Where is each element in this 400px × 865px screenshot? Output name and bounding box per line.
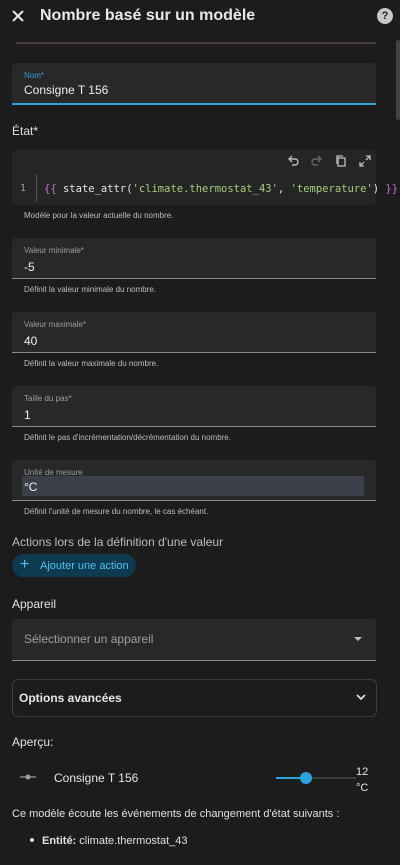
state-section-label: État*: [12, 124, 39, 138]
advanced-options-label: Options avancées: [19, 691, 122, 705]
name-field-label: Nom*: [24, 71, 45, 80]
code-close-paren: ): [372, 183, 386, 195]
list-bullet: [30, 838, 34, 842]
code-open-brace: {{: [44, 183, 57, 195]
add-action-button[interactable]: + Ajouter une action: [12, 554, 136, 577]
unit-selection-highlight: [22, 476, 364, 496]
state-helper: Modèle pour la valeur actuelle du nombre…: [24, 211, 174, 220]
preview-section-label: Aperçu:: [12, 735, 54, 749]
slider-handle[interactable]: [300, 772, 313, 784]
min-value-field[interactable]: Valeur minimale* -5: [12, 238, 376, 279]
preview-slider[interactable]: [276, 772, 356, 784]
entity-prefix: Entité:: [42, 835, 77, 847]
gutter-divider: [36, 174, 37, 202]
number-entity-icon: [20, 774, 36, 780]
template-editor[interactable]: 1 {{ state_attr('climate.thermostat_43',…: [12, 150, 398, 205]
min-value-label: Valeur minimale*: [24, 246, 84, 255]
copy-icon[interactable]: [334, 154, 348, 168]
chevron-down-icon: [356, 694, 366, 701]
device-section-label: Appareil: [12, 597, 57, 611]
template-code[interactable]: {{ state_attr('climate.thermostat_43', '…: [44, 183, 398, 195]
min-value-input[interactable]: -5: [24, 260, 35, 274]
max-value-input[interactable]: 40: [24, 334, 37, 348]
plus-icon: +: [20, 556, 30, 573]
step-size-input[interactable]: 1: [24, 408, 31, 422]
undo-icon[interactable]: [286, 154, 300, 168]
min-value-helper: Définit la valeur minimale du nombre.: [24, 285, 157, 294]
close-icon[interactable]: [10, 8, 26, 24]
redo-icon[interactable]: [310, 154, 324, 168]
dropdown-arrow-icon: [354, 637, 362, 641]
add-action-label: Ajouter une action: [40, 560, 129, 572]
line-number: 1: [20, 183, 27, 194]
unit-field[interactable]: Unité de mesure °C: [12, 460, 376, 501]
fullscreen-icon[interactable]: [358, 154, 372, 168]
device-placeholder: Sélectionner un appareil: [24, 632, 154, 646]
divider: [16, 42, 376, 44]
preview-entity-name[interactable]: Consigne T 156: [54, 771, 138, 785]
code-arg-attribute: 'temperature': [290, 183, 373, 195]
code-close-brace: }}: [385, 183, 399, 195]
device-select[interactable]: Sélectionner un appareil: [12, 619, 376, 661]
scrollbar[interactable]: [396, 40, 400, 120]
unit-helper: Définit l'unité de mesure du nombre, le …: [24, 507, 209, 516]
step-size-helper: Définit le pas d'incrémentation/décrémen…: [24, 433, 231, 442]
step-size-field[interactable]: Taille du pas* 1: [12, 386, 376, 427]
step-size-label: Taille du pas*: [24, 394, 72, 403]
listened-events-text: Ce modèle écoute les événements de chang…: [12, 808, 340, 820]
entity-id: climate.thermostat_43: [79, 835, 188, 847]
preview-value-number: 12: [356, 766, 369, 778]
preview-value-unit: °C: [356, 782, 369, 794]
listened-entity-item: Entité: climate.thermostat_43: [42, 835, 188, 847]
name-field[interactable]: Nom* Consigne T 156: [12, 63, 376, 105]
dialog-header: Nombre basé sur un modèle ?: [0, 0, 400, 34]
actions-section-label: Actions lors de la définition d'une vale…: [12, 535, 224, 549]
code-arg-entity: 'climate.thermostat_43': [132, 183, 278, 195]
preview-value: 12 °C: [356, 764, 368, 796]
code-function: state_attr(: [56, 183, 133, 195]
name-field-value[interactable]: Consigne T 156: [24, 83, 108, 97]
code-separator: ,: [277, 183, 291, 195]
advanced-options-expander[interactable]: Options avancées: [12, 679, 377, 717]
unit-input[interactable]: °C: [24, 480, 37, 494]
help-icon[interactable]: ?: [377, 8, 393, 24]
max-value-label: Valeur maximale*: [24, 320, 87, 329]
max-value-helper: Définit la valeur maximale du nombre.: [24, 359, 159, 368]
dialog-title: Nombre basé sur un modèle: [40, 7, 256, 24]
max-value-field[interactable]: Valeur maximale* 40: [12, 312, 376, 353]
